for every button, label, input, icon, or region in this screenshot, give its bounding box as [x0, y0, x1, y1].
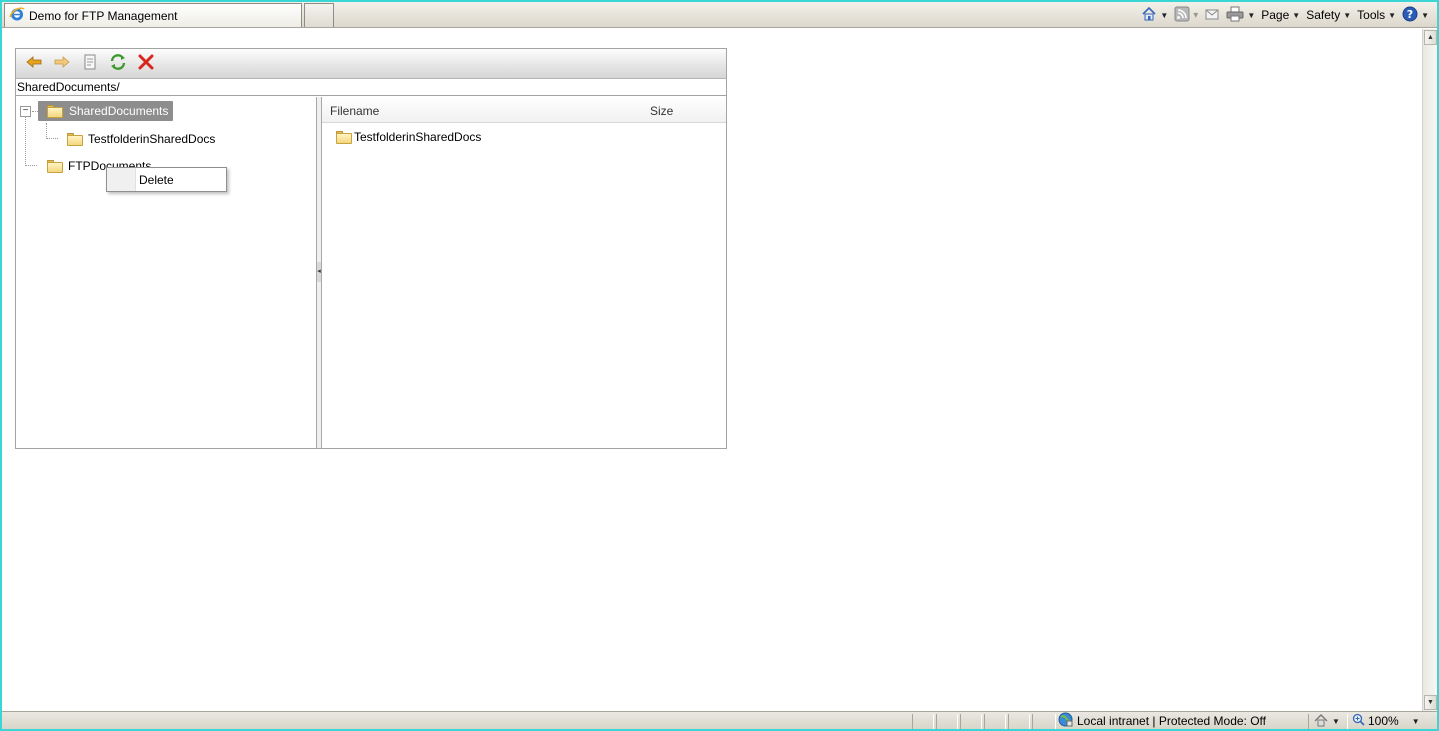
read-mail-button[interactable]: [1204, 6, 1220, 25]
chevron-down-icon: ▼: [1292, 10, 1301, 20]
tree-node-label: TestfolderinSharedDocs: [88, 132, 216, 146]
folder-icon: [336, 130, 352, 144]
column-header-filename[interactable]: Filename: [330, 104, 379, 118]
read-mail-icon: [1204, 6, 1220, 25]
chevron-down-icon: ▼: [1388, 10, 1397, 20]
chevron-down-icon: ▼: [1421, 10, 1429, 20]
back-button[interactable]: [24, 54, 44, 74]
file-row[interactable]: TestfolderinSharedDocs: [336, 128, 481, 146]
scroll-down-icon[interactable]: ▼: [1424, 695, 1437, 710]
feeds-icon: [1174, 6, 1190, 25]
refresh-icon: [109, 53, 127, 74]
feeds-button[interactable]: ▾: [1174, 6, 1198, 25]
collapse-left-icon[interactable]: ◂: [317, 262, 321, 282]
new-tab-button[interactable]: [304, 3, 334, 27]
tree-node-label: SharedDocuments: [69, 104, 169, 118]
status-cell: [1032, 714, 1056, 729]
folder-icon: [67, 132, 83, 146]
status-cell: [936, 714, 958, 729]
tools-menu[interactable]: Tools ▼: [1357, 8, 1396, 22]
status-bar: Local intranet | Protected Mode: Off ▼ 1…: [2, 711, 1437, 729]
command-toolbar: ▼ ▾ ▼ Page ▼ Safety ▼ Tools ▼ ? ▼: [1141, 5, 1429, 25]
zone-text: Local intranet | Protected Mode: Off: [1077, 714, 1266, 728]
magnifier-icon: [1352, 713, 1365, 729]
scroll-up-icon[interactable]: ▲: [1424, 30, 1437, 45]
status-cell: [984, 714, 1006, 729]
folder-icon: [47, 104, 63, 118]
help-icon: ?: [1402, 6, 1418, 25]
tools-menu-label: Tools: [1357, 8, 1386, 22]
protected-mode-button[interactable]: ▼: [1314, 713, 1340, 729]
globe-icon: [1058, 712, 1073, 729]
column-header-size[interactable]: Size: [650, 104, 673, 118]
svg-text:?: ?: [1407, 8, 1413, 21]
properties-icon: [82, 54, 98, 73]
help-button[interactable]: ? ▼: [1402, 6, 1429, 25]
browser-tab[interactable]: Demo for FTP Management: [4, 3, 302, 27]
file-list: Filename Size TestfolderinSharedDocs: [322, 97, 726, 448]
ftp-manager: SharedDocuments/ − SharedDocuments Testf…: [15, 48, 727, 449]
page-content: SharedDocuments/ − SharedDocuments Testf…: [2, 29, 1422, 711]
tree-connector: [25, 165, 37, 166]
tree-node-shareddocuments[interactable]: SharedDocuments: [38, 101, 174, 121]
back-arrow-icon: [26, 55, 42, 72]
zoom-level: 100%: [1368, 714, 1399, 728]
ftp-toolbar: [16, 49, 726, 79]
folder-tree: − SharedDocuments TestfolderinSharedDocs…: [16, 97, 316, 448]
zoom-control[interactable]: 100% ▼: [1352, 713, 1420, 729]
chevron-down-icon: ▼: [1343, 10, 1352, 20]
home-button[interactable]: ▼: [1141, 6, 1168, 25]
browser-window: Demo for FTP Management ▼ ▾ ▼ Page ▼ Saf…: [2, 2, 1437, 729]
shield-icon: [1314, 713, 1329, 730]
file-list-header: Filename Size: [322, 97, 726, 123]
context-menu-delete[interactable]: Delete: [139, 173, 174, 187]
chevron-down-icon: ▼: [1332, 716, 1340, 726]
print-button[interactable]: ▼: [1226, 6, 1255, 25]
vertical-scrollbar[interactable]: ▲ ▼: [1422, 29, 1437, 711]
properties-button[interactable]: [80, 54, 100, 74]
security-zone[interactable]: Local intranet | Protected Mode: Off: [1058, 712, 1266, 729]
forward-button[interactable]: [52, 54, 72, 74]
page-menu[interactable]: Page ▼: [1261, 8, 1300, 22]
refresh-button[interactable]: [108, 54, 128, 74]
safety-menu[interactable]: Safety ▼: [1306, 8, 1351, 22]
ie-logo-icon: [9, 6, 25, 25]
safety-menu-label: Safety: [1306, 8, 1341, 22]
folder-icon: [47, 159, 63, 173]
delete-button[interactable]: [136, 54, 156, 74]
tree-node-testfolder[interactable]: TestfolderinSharedDocs: [67, 132, 217, 146]
status-cell: [1008, 714, 1030, 729]
context-menu: Delete: [106, 167, 227, 192]
tree-connector: [25, 116, 26, 166]
tree-connector: [46, 138, 58, 139]
file-name: TestfolderinSharedDocs: [354, 130, 482, 144]
home-icon: [1141, 6, 1157, 25]
command-bar: Demo for FTP Management ▼ ▾ ▼ Page ▼ Saf…: [2, 2, 1437, 28]
chevron-down-icon[interactable]: ▼: [1247, 11, 1255, 20]
tree-connector: [46, 123, 47, 139]
context-menu-gutter: [107, 168, 136, 191]
chevron-down-icon[interactable]: ▼: [1160, 11, 1168, 20]
collapse-toggle[interactable]: −: [20, 106, 31, 117]
status-cell: [912, 714, 934, 729]
chevron-down-icon[interactable]: ▾: [1193, 10, 1198, 21]
delete-icon: [138, 54, 154, 73]
print-icon: [1226, 6, 1244, 25]
forward-arrow-icon: [54, 55, 70, 72]
tab-title: Demo for FTP Management: [29, 8, 178, 23]
page-menu-label: Page: [1261, 8, 1290, 22]
current-path: SharedDocuments/: [16, 79, 726, 96]
chevron-down-icon: ▼: [1411, 716, 1420, 726]
status-cell: [960, 714, 982, 729]
